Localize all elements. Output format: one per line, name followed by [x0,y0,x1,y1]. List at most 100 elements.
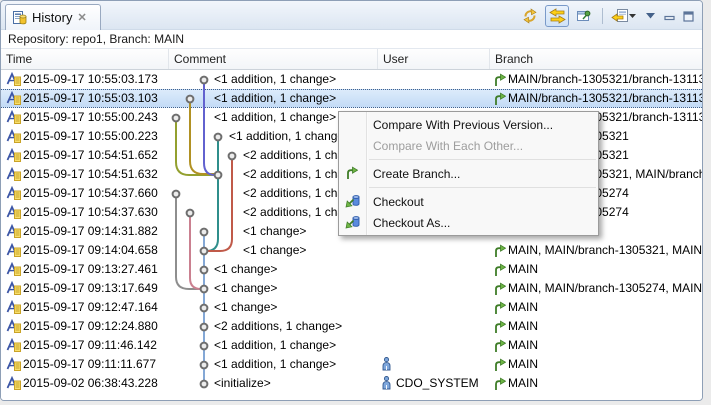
menu-item-label: Compare With Each Other... [373,139,523,153]
commit-icon [6,110,21,125]
time-cell: 2015-09-17 09:14:31.882 [23,224,158,238]
time-cell: 2015-09-17 10:54:37.660 [23,186,158,200]
time-cell: 2015-09-17 09:11:11.677 [23,357,156,371]
commit-icon [6,338,21,353]
branch-cell: MAIN/branch-1305321/branch-13113 [508,72,702,86]
column-header-time[interactable]: Time [1,49,169,69]
menu-item-compare-with-each-other: Compare With Each Other... [339,135,598,156]
menu-item-label: Checkout As... [373,216,450,230]
time-cell: 2015-09-17 09:13:27.461 [23,262,158,276]
person-icon [382,376,391,390]
time-cell: 2015-09-17 09:14:04.658 [23,243,158,257]
branch-cell: MAIN [508,319,538,333]
branch-icon [345,166,358,180]
table-row-selected[interactable]: 2015-09-17 10:55:03.103 <1 addition, 1 ch… [1,89,702,108]
menu-item-label: Checkout [373,195,424,209]
menu-item-create-branch[interactable]: Create Branch... [339,163,598,184]
branch-icon [493,244,506,258]
menu-item-checkout[interactable]: Checkout [339,191,598,212]
branch-cell: MAIN, MAIN/branch-1305321, MAIN, [508,243,702,257]
comment-cell: <1 change> [243,243,306,257]
commit-icon [6,148,21,163]
maximize-icon[interactable] [680,5,696,27]
table-row[interactable]: 2015-09-17 09:12:24.880<2 additions, 1 c… [1,317,702,336]
comment-cell: <1 addition, 1 change> [214,110,336,124]
toolbar-separator [602,8,603,24]
history-view-icon [12,10,27,25]
table-row[interactable]: 2015-09-17 09:13:17.649 <1 change> MAIN, M… [1,279,702,298]
tab-title: History [32,10,72,25]
commit-icon [6,72,21,87]
view-menu-chevron-icon[interactable] [642,5,658,27]
commit-icon [6,319,21,334]
time-cell: 2015-09-02 06:38:43.228 [23,376,158,390]
menu-item-label: Compare With Previous Version... [373,118,553,132]
menu-item-compare-with-previous-version[interactable]: Compare With Previous Version... [339,114,598,135]
commit-icon [6,281,21,296]
refresh-icon[interactable] [518,5,542,27]
comment-cell: <1 change> [243,224,306,238]
comment-cell: <1 addition, 1 change> [214,338,336,352]
branch-cell: MAIN [508,357,538,371]
comment-cell: <1 change> [214,281,277,295]
commit-icon [6,376,21,391]
table-row[interactable]: 2015-09-17 09:14:04.658 <1 change> MAIN, M… [1,241,702,260]
comment-cell: <1 addition, 1 change> [214,357,336,371]
branch-cell: MAIN [508,300,538,314]
time-cell: 2015-09-17 10:55:00.243 [23,110,158,124]
time-cell: 2015-09-17 10:55:03.173 [23,72,158,86]
column-header-comment[interactable]: Comment [169,49,378,69]
context-menu: Compare With Previous Version... Compare … [338,111,599,236]
comment-cell: <1 addition, 1 change> [214,91,336,105]
branch-cell: MAIN [508,262,538,276]
branch-icon [493,73,506,87]
table-row[interactable]: 2015-09-17 09:12:47.164<1 change>MAIN [1,298,702,317]
branch-icon [493,282,506,296]
branch-cell: MAIN, MAIN/branch-1305274, MAIN, [508,281,702,295]
menu-item-label: Create Branch... [373,167,460,181]
checkout-icon [345,194,360,208]
commit-icon [6,129,21,144]
time-cell: 2015-09-17 10:55:03.103 [23,91,158,105]
branch-icon [493,358,506,372]
repository-branch-label: Repository: repo1, Branch: MAIN [1,30,702,48]
tab-close-icon[interactable]: ✕ [77,11,86,24]
table-row[interactable]: 2015-09-17 09:11:46.142 <1 addition, 1 ch… [1,336,702,355]
table-header: TimeCommentUserBranch [1,48,702,70]
menu-separator [369,187,596,188]
view-toolbar [518,4,696,28]
branch-cell: MAIN [508,376,538,390]
branch-icon [493,339,506,353]
time-cell: 2015-09-17 10:54:51.632 [23,167,158,181]
table-row[interactable]: 2015-09-17 09:13:27.461 <1 change> MAIN [1,260,702,279]
link-with-selection-toggle-icon[interactable] [545,5,569,27]
minimize-icon[interactable] [661,5,677,27]
column-header-user[interactable]: User [378,49,490,69]
tab-history[interactable]: History ✕ [5,4,101,30]
table-row[interactable]: 2015-09-17 09:11:11.677 <1 addition, 1 ch… [1,355,702,374]
commit-icon [6,91,21,106]
branch-icon [493,92,506,106]
time-cell: 2015-09-17 09:11:46.142 [23,338,157,352]
commit-icon [6,224,21,239]
commit-icon [6,300,21,315]
menu-item-checkout-as[interactable]: Checkout As... [339,212,598,233]
branch-icon [493,320,506,334]
branch-cell: MAIN/branch-1305321/branch-13113 [508,91,702,105]
history-view: History ✕ [0,0,703,401]
comment-cell: <1 change> [214,262,277,276]
comment-cell: <1 addition, 1 change> [214,72,336,86]
comment-cell: <initialize> [214,376,271,390]
comment-cell: <1 addition, 1 change> [229,129,351,143]
time-cell: 2015-09-17 09:13:17.649 [23,281,158,295]
pin-view-icon[interactable] [572,5,596,27]
branch-icon [493,377,506,391]
table-row[interactable]: 2015-09-02 06:38:43.228<initialize>CDO_S… [1,374,702,393]
time-cell: 2015-09-17 10:54:51.652 [23,148,158,162]
commit-icon [6,262,21,277]
person-icon [382,357,391,371]
filter-menu-icon[interactable] [609,5,639,27]
column-header-branch[interactable]: Branch [490,49,702,69]
branch-cell: MAIN [508,338,538,352]
table-row[interactable]: 2015-09-17 10:55:03.173 <1 addition, 1 ch… [1,70,702,89]
